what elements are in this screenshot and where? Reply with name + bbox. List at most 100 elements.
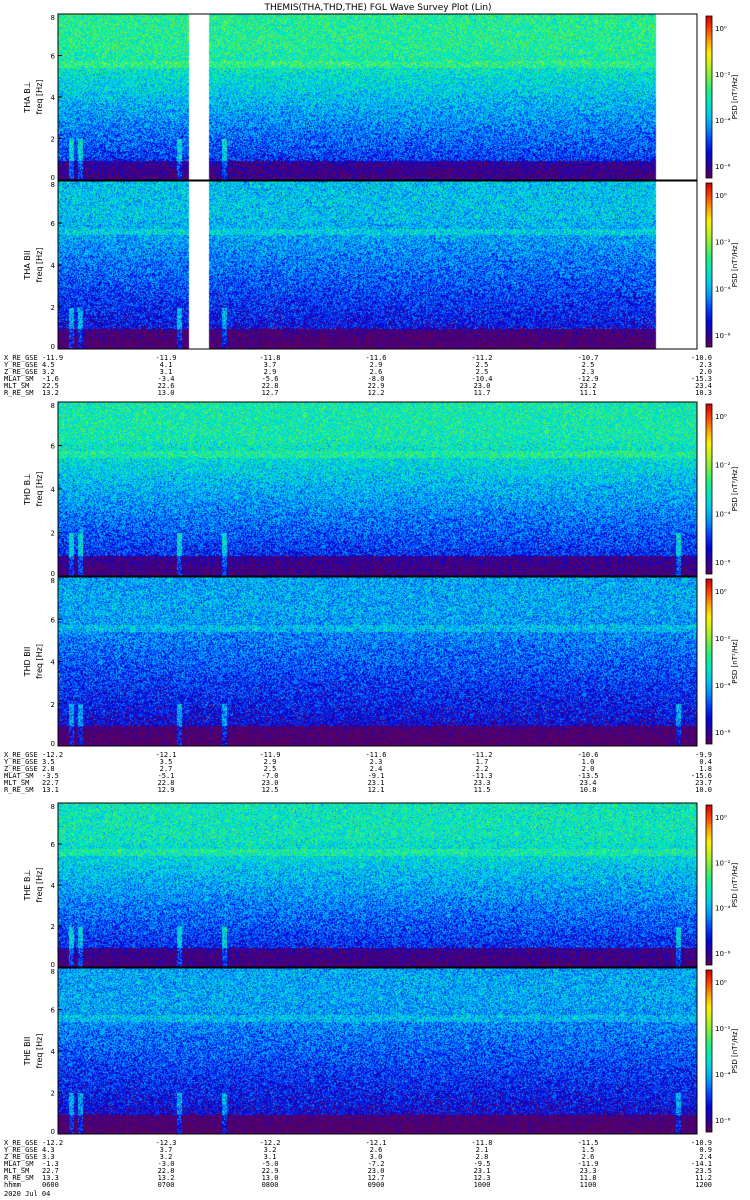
y-tick-label: 8 <box>51 14 55 22</box>
colorbar-label: PSD [nT²/Hz] <box>731 1028 739 1073</box>
spectrogram-THD_BL: 02468THD B⊥ freq [Hz]10⁰10⁻²10⁻⁴10⁻⁶PSD [… <box>23 401 739 578</box>
y-axis-label: freq [Hz] <box>35 868 44 903</box>
y-tick-label: 2 <box>51 1090 55 1098</box>
y-tick-label: 8 <box>51 181 55 189</box>
colorbar-tick-label: 10⁻⁴ <box>715 1071 731 1079</box>
ephemeris-value: 12.2 <box>368 389 385 397</box>
time-tick-label: 1200 <box>695 1181 712 1189</box>
y-axis-label: freq [Hz] <box>35 80 44 115</box>
y-tick-label: 2 <box>51 530 55 538</box>
colorbar-tick-label: 10⁻⁴ <box>715 905 731 913</box>
colorbar <box>705 15 713 179</box>
spectrogram-THE_BII: 0 2 4 6 8 THE BII freq [Hz] 10⁰ 10⁻² 10⁻⁴ 10⁻⁶ PSD … <box>23 967 739 1136</box>
colorbar-tick-label: 10⁻² <box>715 1025 731 1033</box>
colorbar-tick-label: 10⁰ <box>715 413 727 421</box>
y-tick-label: 6 <box>51 616 56 624</box>
ephemeris-value: 11.5 <box>474 786 491 794</box>
ephemeris-value: 12.9 <box>158 786 175 794</box>
colorbar-tick-label: 10⁻⁶ <box>715 332 731 340</box>
colorbar-tick-label: 10⁻⁶ <box>715 559 731 567</box>
y-tick-label: 4 <box>51 486 56 494</box>
y-tick-label: 2 <box>51 923 55 931</box>
y-tick-label: 0 <box>51 1128 55 1136</box>
colorbar-tick-label: 10⁻⁴ <box>715 117 731 125</box>
spectrogram-image <box>58 402 697 576</box>
ephemeris-value: 10.0 <box>695 786 712 794</box>
colorbar-tick-label: 10⁰ <box>715 25 727 33</box>
spectrogram-THE_BL: 02468THE B⊥ freq [Hz]10⁰10⁻²10⁻⁴10⁻⁶PSD [… <box>23 802 739 969</box>
colorbar <box>705 578 713 745</box>
ephemeris-value: 10.8 <box>580 786 597 794</box>
spectrogram-image <box>58 14 697 180</box>
panel-label: THE B⊥ <box>23 869 32 901</box>
y-tick-label: 0 <box>51 343 55 351</box>
colorbar-label: PSD [nT²/Hz] <box>731 242 739 287</box>
colorbar <box>705 804 713 966</box>
time-tick-label: 0900 <box>368 1181 385 1189</box>
colorbar-tick-label: 10⁰ <box>715 192 727 200</box>
colorbar-tick-label: 10⁻² <box>715 239 731 247</box>
y-tick-label: 8 <box>51 803 55 811</box>
spectrogram-THA_BL: 02468THA B⊥ freq [Hz]10⁰10⁻²10⁻⁴10⁻⁶PSD [… <box>23 13 739 182</box>
y-tick-label: 4 <box>51 94 56 102</box>
spectrogram-THA_BII: 0 2 4 6 8 THA BII freq [Hz] 10⁰ 10⁻² 10⁻⁴ 10⁻⁶ PSD … <box>23 180 739 351</box>
ephemeris-THE: X_RE_GSE -12.2 -12.3 -12.2 -12.1 -11.8 -11.5 -1… <box>4 1139 712 1182</box>
time-tick-label: 0700 <box>158 1181 175 1189</box>
colorbar-tick-label: 10⁰ <box>715 814 727 822</box>
colorbar-tick-label: 10⁻² <box>715 635 731 643</box>
colorbar-tick-label: 10⁻⁶ <box>715 729 731 737</box>
time-axis-label: hhmm <box>4 1181 21 1189</box>
y-tick-label: 6 <box>51 220 56 228</box>
colorbar-tick-label: 10⁻⁶ <box>715 1117 731 1125</box>
ephemeris-value: 13.0 <box>158 389 175 397</box>
y-tick-label: 4 <box>51 262 56 270</box>
colorbar-label: PSD [nT²/Hz] <box>731 74 739 119</box>
colorbar <box>705 182 713 348</box>
colorbar-tick-label: 10⁻⁴ <box>715 510 731 518</box>
colorbar-tick-label: 10⁻² <box>715 859 731 867</box>
y-tick-label: 8 <box>51 968 55 976</box>
colorbar-tick-label: 10⁰ <box>715 979 727 987</box>
ephemeris-row-label: R_RE_SM <box>4 389 34 397</box>
time-tick-label: 0800 <box>262 1181 279 1189</box>
ephemeris-value: 12.7 <box>262 389 279 397</box>
colorbar <box>705 403 713 575</box>
y-tick-label: 2 <box>51 701 55 709</box>
y-tick-label: 4 <box>51 882 56 890</box>
time-tick-label: 0600 <box>42 1181 59 1189</box>
ephemeris-value: 13.2 <box>42 389 59 397</box>
colorbar-label: PSD [nT²/Hz] <box>731 466 739 511</box>
time-tick-label: 1100 <box>580 1181 597 1189</box>
y-tick-label: 2 <box>51 136 55 144</box>
y-tick-label: 6 <box>51 1007 56 1015</box>
colorbar-tick-label: 10⁻⁶ <box>715 163 731 171</box>
ephemeris-value: 12.5 <box>262 786 279 794</box>
spectrogram-image <box>58 181 697 349</box>
colorbar-tick-label: 10⁻² <box>715 462 731 470</box>
wave-survey-figure: THEMIS(THA,THD,THE) FGL Wave Survey Plot… <box>4 3 739 1198</box>
y-tick-label: 2 <box>51 304 55 312</box>
colorbar-tick-label: 10⁻⁴ <box>715 682 731 690</box>
ephemeris-value: 12.1 <box>368 786 385 794</box>
y-tick-label: 6 <box>51 841 56 849</box>
spectrogram-panels: 02468THA B⊥ freq [Hz]10⁰10⁻²10⁻⁴10⁻⁶PSD [… <box>23 13 739 1136</box>
figure-title: THEMIS(THA,THD,THE) FGL Wave Survey Plot… <box>263 3 491 13</box>
y-axis-label: freq [Hz] <box>35 1034 44 1069</box>
ephemeris-value: 13.1 <box>42 786 59 794</box>
spectrogram-image <box>58 968 697 1134</box>
y-tick-label: 4 <box>51 659 56 667</box>
colorbar-tick-label: 10⁻⁶ <box>715 950 731 958</box>
panel-label: THA B⊥ <box>23 81 32 113</box>
time-axis: hhmm 0600 0700 0800 0900 1000 1100 1200 <box>4 1181 712 1189</box>
y-tick-label: 4 <box>51 1048 56 1056</box>
y-axis-label: freq [Hz] <box>35 644 44 679</box>
ephemeris-value: 11.7 <box>474 389 491 397</box>
panel-label: THE BII <box>23 1037 32 1067</box>
spectrogram-THD_BII: 0 2 4 6 8 THD BII freq [Hz] 10⁰ 10⁻² 10⁻⁴ 10⁻⁶ PSD … <box>23 576 739 748</box>
spectrogram-image <box>58 803 697 967</box>
panel-label: THD BII <box>23 647 32 678</box>
ephemeris-value: 11.1 <box>580 389 597 397</box>
y-tick-label: 6 <box>51 443 56 451</box>
colorbar-tick-label: 10⁻² <box>715 71 731 79</box>
colorbar-label: PSD [nT²/Hz] <box>731 862 739 907</box>
